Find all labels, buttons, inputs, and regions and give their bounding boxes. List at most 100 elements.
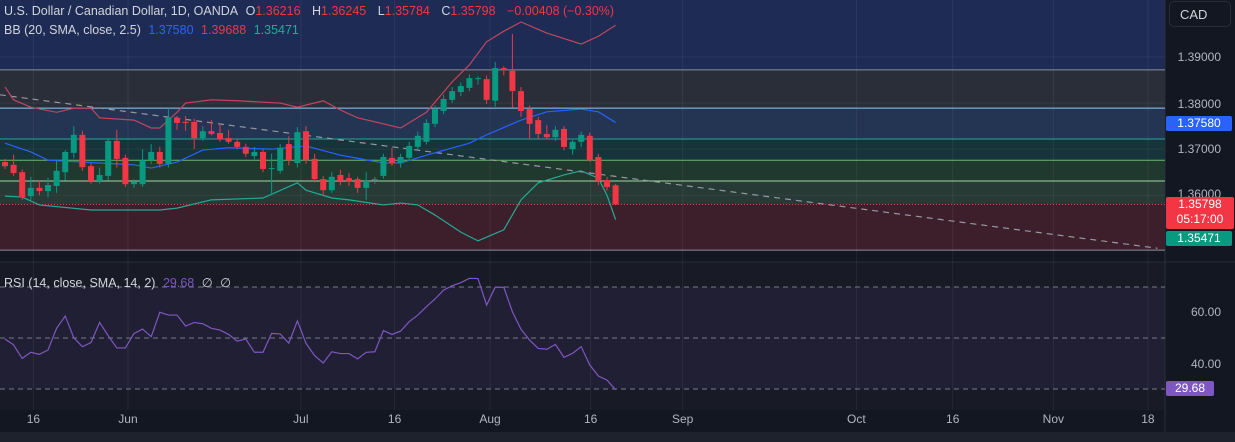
candle-down: [604, 180, 610, 187]
bb-lower-badge: 1.35471: [1166, 231, 1232, 246]
candle-up: [53, 170, 60, 187]
low-label: L: [377, 4, 385, 18]
candle-up: [62, 151, 69, 173]
candle-up: [277, 147, 284, 171]
candle-up: [199, 131, 206, 139]
price-tick: 1.39000: [1177, 50, 1221, 64]
candle-down: [234, 141, 241, 147]
bar-countdown: 05:17:00: [1176, 212, 1224, 226]
candle-down: [526, 109, 533, 124]
candle-down: [174, 117, 180, 123]
candle-down: [208, 131, 215, 134]
open-number: 1.36216: [255, 4, 301, 18]
candle-up: [371, 179, 378, 181]
candle-up: [449, 91, 456, 100]
bb-basis-value: 1.37580: [148, 23, 194, 37]
candle-down: [389, 157, 395, 163]
candle-down: [518, 91, 524, 111]
rsi-tick: 40.00: [1190, 357, 1221, 371]
candle-down: [595, 156, 602, 181]
date-tick: 16: [387, 412, 402, 426]
date-tick: Jun: [118, 412, 138, 426]
candle-down: [561, 128, 567, 147]
candle-down: [260, 151, 266, 169]
date-tick: Oct: [847, 412, 866, 426]
candle-up: [569, 141, 576, 150]
candle-down: [182, 121, 189, 123]
high-label: H: [312, 4, 322, 18]
candle-up: [432, 109, 438, 124]
chart-canvas[interactable]: [0, 0, 1235, 442]
candle-down: [191, 121, 198, 139]
bb-basis-badge: 1.37580: [1166, 116, 1232, 131]
candle-down: [320, 179, 327, 191]
candle-down: [285, 144, 292, 161]
candle-down: [509, 70, 516, 92]
bb-legend[interactable]: BB (20, SMA, close, 2.5) 1.37580 1.39688…: [4, 23, 303, 37]
candle-up: [251, 151, 258, 157]
rsi-badge: 29.68: [1166, 381, 1214, 396]
candle-down: [122, 157, 129, 185]
date-tick: 16: [26, 412, 41, 426]
date-tick: Aug: [479, 412, 501, 426]
rsi-tick: 60.00: [1190, 305, 1221, 319]
candle-down: [79, 134, 86, 168]
candle-down: [242, 146, 249, 154]
candle-up: [328, 176, 335, 191]
candle-down: [311, 158, 318, 180]
candle-up: [131, 181, 137, 185]
bb-upper-value: 1.39688: [201, 23, 247, 37]
candle-up: [457, 86, 464, 93]
candle-up: [380, 156, 387, 176]
open-value: O1.36216: [246, 4, 305, 18]
candle-down: [217, 133, 223, 140]
candle-down: [612, 185, 619, 205]
level-zone: [0, 160, 1165, 181]
date-tick: Jul: [293, 412, 309, 426]
candle-up: [45, 185, 51, 192]
rsi-na-2: ∅: [220, 276, 231, 290]
candle-up: [27, 187, 34, 197]
currency-button[interactable]: CAD: [1169, 1, 1231, 27]
candle-down: [113, 140, 120, 159]
candle-up: [578, 134, 585, 142]
candle-down: [535, 120, 542, 134]
rsi-label: RSI (14, close, SMA, 14, 2): [4, 276, 156, 290]
candle-up: [148, 151, 155, 161]
open-label: O: [245, 4, 256, 18]
candle-down: [10, 164, 17, 174]
candle-down: [337, 174, 344, 181]
change-value: −0.00408 (−0.30%): [507, 4, 615, 18]
candle-down: [225, 138, 232, 142]
level-zone: [0, 69, 1165, 109]
date-tick: Sep: [671, 412, 694, 426]
date-tick: Nov: [1042, 412, 1064, 426]
candle-up: [397, 156, 404, 163]
candle-up: [70, 134, 77, 153]
close-number: 1.35798: [450, 4, 496, 18]
symbol-title: U.S. Dollar / Canadian Dollar, 1D, OANDA: [4, 4, 239, 18]
candle-down: [88, 166, 94, 181]
rsi-value: 29.68: [162, 276, 195, 290]
level-zone: [0, 180, 1165, 205]
candle-up: [423, 122, 430, 142]
candle-down: [303, 131, 309, 161]
candle-down: [19, 172, 26, 198]
candle-up: [414, 135, 421, 147]
rsi-legend[interactable]: RSI (14, close, SMA, 14, 2) 29.68 ∅ ∅: [4, 275, 235, 290]
candle-up: [96, 174, 103, 181]
candle-down: [483, 79, 490, 100]
candle-down: [500, 68, 507, 70]
candle-up: [139, 160, 146, 185]
bb-lower-value: 1.35471: [253, 23, 299, 37]
high-value: H1.36245: [312, 4, 370, 18]
candle-down: [346, 178, 352, 182]
level-zone: [0, 108, 1165, 140]
candle-up: [466, 78, 473, 88]
candle-up: [440, 98, 447, 111]
candle-down: [2, 162, 8, 167]
close-value: C1.35798: [441, 4, 499, 18]
candle-down: [543, 133, 550, 138]
low-value: L1.35784: [378, 4, 434, 18]
price-tick: 1.38000: [1177, 97, 1221, 111]
